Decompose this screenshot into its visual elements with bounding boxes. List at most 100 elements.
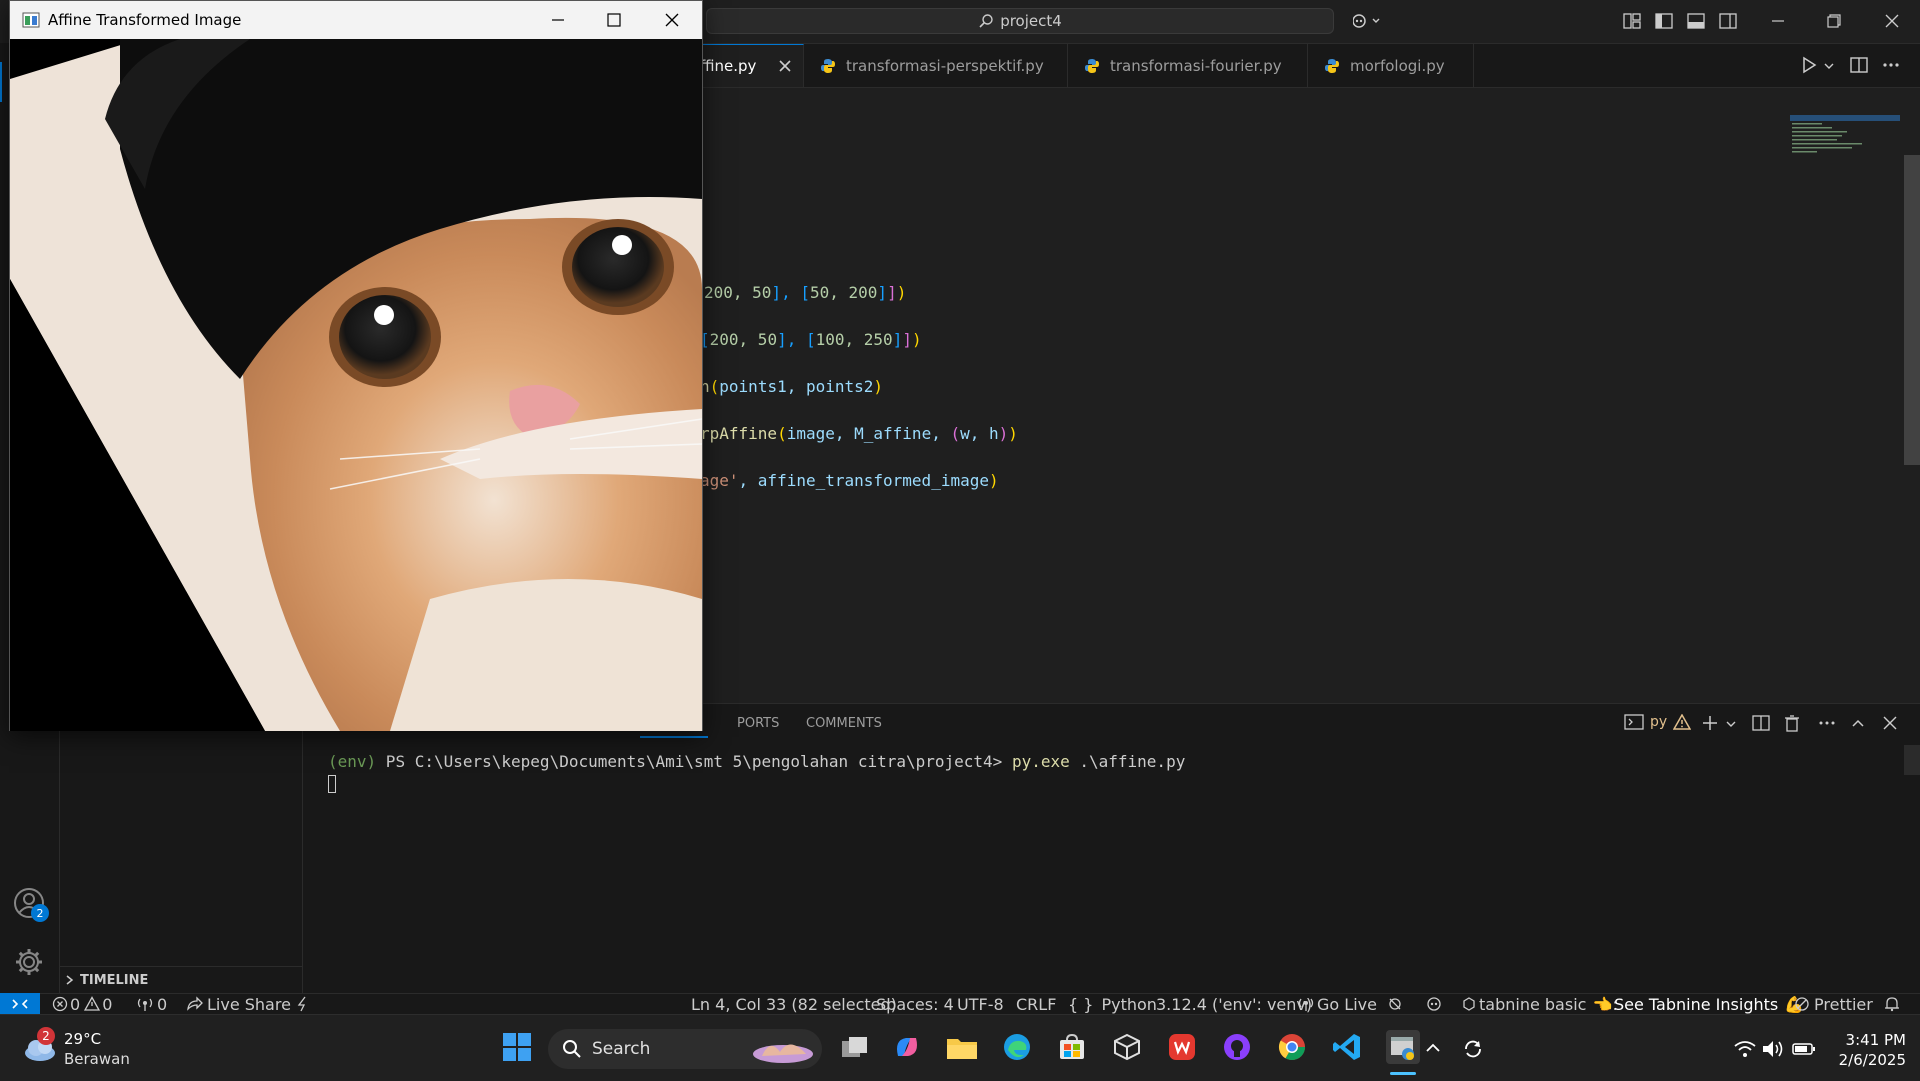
tab-label: transformasi-fourier.py: [1110, 56, 1282, 75]
tab-label: morfologi.py: [1350, 56, 1445, 75]
accounts-icon[interactable]: 2: [12, 886, 49, 922]
trash-icon[interactable]: [1784, 714, 1800, 736]
terminal-cursor: [328, 775, 336, 793]
new-terminal-icon[interactable]: [1702, 715, 1718, 735]
code-token: ]: [892, 330, 903, 349]
terminal-command: py.exe: [1011, 752, 1070, 771]
taskbar-search[interactable]: Search: [548, 1029, 822, 1069]
tab-affine[interactable]: ffine.py: [700, 44, 804, 87]
broadcast-icon: [1298, 998, 1314, 1011]
timeline-section-header[interactable]: TIMELINE: [60, 966, 302, 993]
warning-icon: [84, 996, 101, 1011]
image-window-close-icon[interactable]: [644, 1, 700, 39]
tab-transformasi-perspektif[interactable]: transformasi-perspektif.py: [804, 44, 1068, 87]
tab-transformasi-fourier[interactable]: transformasi-fourier.py: [1068, 44, 1308, 87]
run-python-file-icon[interactable]: [1800, 56, 1818, 74]
chrome-browser-icon[interactable]: [1275, 1030, 1309, 1064]
gear-icon[interactable]: [13, 946, 45, 978]
chevron-down-icon[interactable]: [1724, 716, 1738, 735]
toggle-primary-sidebar-icon[interactable]: [1652, 10, 1676, 32]
lightning-icon[interactable]: [296, 994, 310, 1014]
vscode-icon[interactable]: [1330, 1030, 1364, 1064]
file-explorer-icon[interactable]: [945, 1030, 979, 1064]
clock-time: 3:41 PM: [1845, 1031, 1906, 1049]
affine-transformed-image: [10, 39, 702, 731]
terminal-scrollbar[interactable]: [1904, 745, 1920, 775]
problems-indicator[interactable]: 0 0: [52, 994, 112, 1014]
customize-layout-icon[interactable]: [1620, 10, 1644, 32]
forwarded-ports-indicator[interactable]: 0: [136, 994, 167, 1014]
cursor-position[interactable]: Ln 4, Col 33 (82 selected): [691, 994, 897, 1014]
terminal-instance-indicator[interactable]: py: [1624, 713, 1692, 731]
split-terminal-icon[interactable]: [1752, 715, 1770, 735]
toggle-secondary-sidebar-icon[interactable]: [1716, 10, 1740, 32]
toggle-panel-icon[interactable]: [1684, 10, 1708, 32]
copilot-icon[interactable]: [1350, 10, 1386, 32]
close-panel-icon[interactable]: [1883, 715, 1897, 734]
tab-close-icon[interactable]: [778, 59, 792, 73]
code-line: 200, 50], [50, 200]]): [704, 283, 906, 302]
tabnine-status[interactable]: tabnine basic 👈:: [1462, 994, 1618, 1014]
chevron-down-icon[interactable]: [1822, 58, 1836, 72]
command-center-search[interactable]: project4: [706, 8, 1334, 34]
code-token: (: [950, 424, 961, 443]
code-token: ): [896, 283, 907, 302]
indentation-indicator[interactable]: Spaces: 4: [876, 994, 954, 1014]
encoding-indicator[interactable]: UTF-8: [957, 994, 1004, 1014]
python-interpreter[interactable]: 3.12.4 ('env': venv): [1156, 994, 1312, 1014]
github-desktop-icon[interactable]: [1220, 1030, 1254, 1064]
eol-indicator[interactable]: CRLF: [1016, 994, 1056, 1014]
error-count: 0: [70, 994, 81, 1014]
code-token: ]: [887, 283, 897, 302]
minimap[interactable]: [1790, 115, 1900, 155]
close-icon[interactable]: [1880, 10, 1904, 32]
image-window-maximize-icon[interactable]: [586, 1, 642, 39]
sync-icon[interactable]: [1462, 1038, 1484, 1064]
code-token: ): [1008, 424, 1018, 443]
remote-indicator[interactable]: [0, 993, 40, 1014]
chevron-right-icon: [66, 975, 74, 985]
restore-icon[interactable]: [1822, 10, 1846, 32]
bell-icon[interactable]: [1884, 994, 1900, 1014]
editor-scrollbar[interactable]: [1904, 155, 1920, 465]
copilot-app-icon[interactable]: [890, 1030, 924, 1064]
task-view-icon[interactable]: [838, 1030, 872, 1064]
tab-morfologi[interactable]: morfologi.py: [1308, 44, 1474, 87]
microsoft-store-icon[interactable]: [1055, 1030, 1089, 1064]
start-button[interactable]: [500, 1030, 534, 1064]
extension-sync-icon[interactable]: [1386, 994, 1404, 1014]
tabnine-insights-link[interactable]: See Tabnine Insights 💪: [1614, 994, 1804, 1014]
weather-widget[interactable]: 2 29°C Berawan: [20, 1027, 170, 1071]
live-share-button[interactable]: Live Share: [185, 994, 291, 1014]
copilot-status-icon[interactable]: [1424, 994, 1444, 1014]
terminal-argument: .\affine.py: [1069, 752, 1186, 771]
edge-browser-icon[interactable]: [1000, 1030, 1034, 1064]
search-highlight-image: [753, 1044, 813, 1063]
wps-office-icon[interactable]: [1165, 1030, 1199, 1064]
code-token: , affine_transformed_image: [738, 471, 989, 490]
more-actions-icon[interactable]: [1882, 56, 1900, 74]
tabnine-icon: [1463, 997, 1475, 1011]
minimize-icon[interactable]: [1766, 10, 1790, 32]
prettier-status[interactable]: Prettier: [1794, 994, 1873, 1014]
language-mode[interactable]: { } Python: [1068, 994, 1157, 1014]
volume-icon[interactable]: [1762, 1040, 1784, 1062]
more-actions-icon[interactable]: [1818, 715, 1836, 735]
code-token: age': [700, 471, 739, 490]
image-window-minimize-icon[interactable]: [530, 1, 586, 39]
package-app-icon[interactable]: [1110, 1030, 1144, 1064]
python-app-icon[interactable]: [1386, 1030, 1420, 1064]
go-live-button[interactable]: Go Live: [1298, 994, 1377, 1014]
image-window-title: Affine Transformed Image: [48, 11, 242, 29]
wifi-icon[interactable]: [1734, 1040, 1756, 1062]
weather-temperature: 29°C: [64, 1030, 102, 1048]
chevron-up-icon[interactable]: [1424, 1040, 1442, 1060]
battery-icon[interactable]: [1792, 1041, 1816, 1061]
system-clock[interactable]: 3:41 PM 2/6/2025: [1826, 1030, 1906, 1070]
tab-comments[interactable]: COMMENTS: [806, 716, 882, 731]
tab-ports[interactable]: PORTS: [737, 716, 779, 731]
split-editor-icon[interactable]: [1850, 56, 1868, 74]
maximize-panel-icon[interactable]: [1850, 715, 1866, 735]
remote-icon: [12, 998, 28, 1009]
pointing-hand-icon: 👈: [1592, 994, 1613, 1014]
